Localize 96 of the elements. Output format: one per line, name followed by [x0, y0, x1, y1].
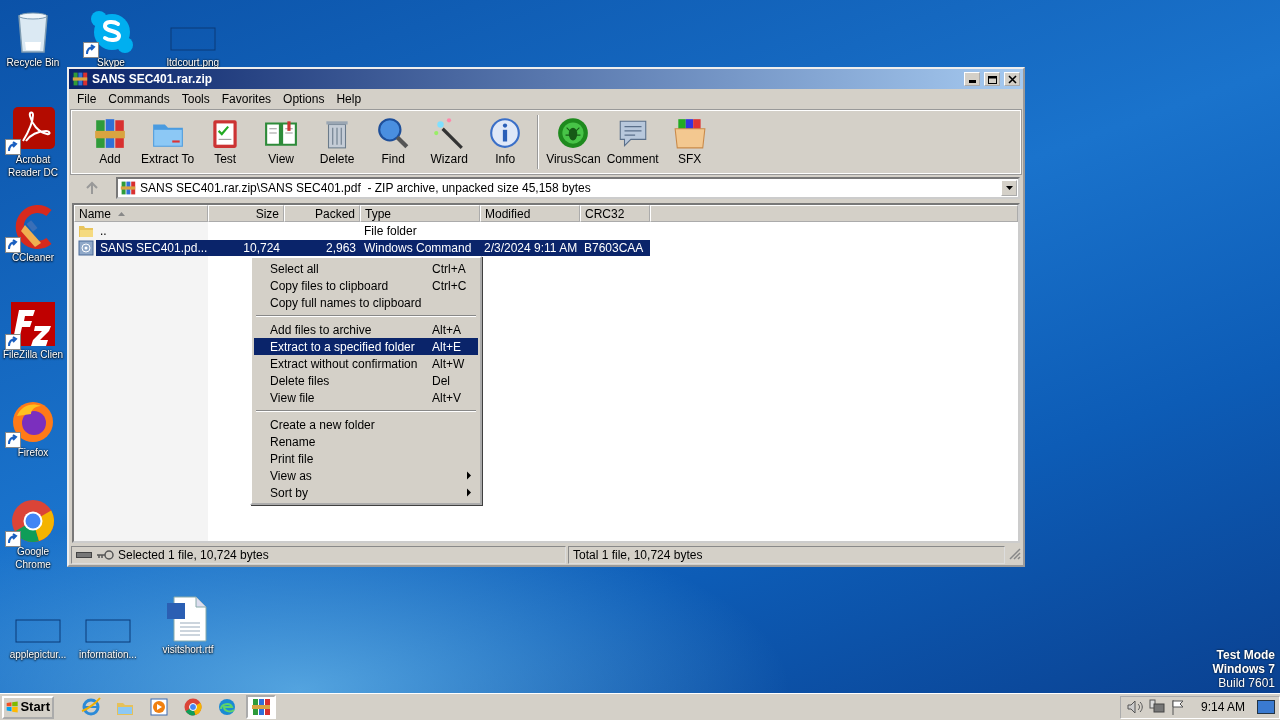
table-cell-text: B7603CAA	[583, 239, 645, 257]
menu-item[interactable]: Delete files Del	[254, 372, 478, 389]
menu-item[interactable]: Extract to a specified folder Alt+E	[254, 338, 478, 355]
toolbar-button[interactable]: Info	[477, 112, 534, 172]
table-cell-text: 2/3/2024 9:11 AM	[483, 239, 579, 257]
menu-item[interactable]: Add files to archive Alt+A	[254, 321, 478, 338]
clock[interactable]: 9:14 AM	[1200, 698, 1245, 716]
table-cell-text: SANS SEC401.pd...	[99, 239, 208, 257]
menu-item[interactable]: Options	[277, 90, 331, 108]
toolbar-button[interactable]: Delete	[309, 112, 366, 172]
toolbar-button[interactable]: VirusScan	[543, 112, 604, 172]
dropdown-arrow-icon[interactable]	[1004, 185, 1014, 191]
chrome-icon[interactable]	[9, 497, 57, 545]
column-header[interactable]: Modified	[480, 205, 580, 222]
menu-item[interactable]: Favorites	[215, 90, 278, 108]
toolbar-button[interactable]: Comment	[603, 112, 662, 172]
maximize-icon	[986, 74, 998, 84]
desktop-icon-label[interactable]: ltdcourt.png	[166, 56, 220, 69]
address-field[interactable]: SANS SEC401.rar.zip\SANS SEC401.pdf - ZIP archive, unpacked size 45,158 bytes	[116, 177, 1020, 199]
table-cell-text: ..	[99, 222, 108, 240]
chrome-icon	[183, 697, 203, 717]
drive-icon	[76, 551, 92, 559]
table-cell-text: 10,724	[242, 239, 281, 257]
menu-item[interactable]: Copy full names to clipboard	[254, 294, 478, 311]
table-cell-text: Windows Command	[363, 239, 473, 257]
taskbar-button[interactable]	[246, 695, 276, 719]
desktop-icon-label[interactable]: applepictur...	[9, 648, 67, 661]
column-header[interactable]: Name	[74, 205, 208, 222]
menu-item[interactable]: Copy files to clipboard Ctrl+C	[254, 277, 478, 294]
desktop-icon-label[interactable]: FileZilla Clien	[3, 348, 63, 361]
resize-grip-icon[interactable]	[1007, 546, 1021, 560]
archive-books-icon	[93, 116, 127, 150]
close-icon	[1006, 74, 1018, 84]
show-desktop-icon[interactable]	[1257, 700, 1275, 714]
menu-item[interactable]: Tools	[175, 90, 216, 108]
menu-item[interactable]: File	[71, 90, 103, 108]
windows-logo-icon	[6, 699, 19, 715]
flag-icon[interactable]	[1171, 699, 1185, 715]
desktop-icon-label[interactable]: Firefox	[17, 446, 49, 459]
toolbar-button[interactable]: Test	[197, 112, 254, 172]
system-notice-text: Windows 7	[1212, 662, 1275, 676]
toolbar-button[interactable]: Add	[82, 112, 138, 172]
maximize-button[interactable]	[984, 72, 1000, 86]
system-notice-text: Test Mode	[1216, 648, 1275, 662]
gear-file-icon	[78, 239, 94, 256]
status-text: Total 1 file, 10,724 bytes	[573, 547, 703, 564]
archive-books-icon	[251, 697, 271, 717]
key-icon	[96, 550, 114, 560]
menu-item[interactable]: Print file	[254, 450, 478, 467]
menu-item[interactable]: Commands	[102, 90, 176, 108]
table-cell-text: File folder	[363, 222, 418, 240]
menu-item[interactable]: View as	[254, 467, 478, 484]
toolbar-button[interactable]: Extract To	[138, 112, 198, 172]
close-button[interactable]	[1004, 72, 1020, 86]
start-button[interactable]: Start	[2, 695, 54, 719]
minimize-icon	[968, 80, 976, 83]
status-text: Selected 1 file, 10,724 bytes	[118, 547, 269, 564]
toolbar-button[interactable]: Find	[365, 112, 422, 172]
browser-icon	[81, 697, 101, 717]
system-notice-text: Build 7601	[1218, 676, 1275, 690]
desktop-icon-label[interactable]: Skype	[97, 56, 125, 69]
bug-shield-icon	[556, 116, 591, 150]
speaker-icon[interactable]	[1127, 700, 1143, 714]
menu-item[interactable]: Help	[330, 90, 368, 108]
box-icon	[672, 116, 707, 150]
desktop-icon-label[interactable]: Google Chrome	[0, 545, 66, 571]
archive-books-icon	[72, 71, 88, 87]
network-icon[interactable]	[1149, 699, 1165, 715]
table-cell-text: 2,963	[324, 239, 357, 257]
menu-item[interactable]: Sort by	[254, 484, 478, 501]
menu-item[interactable]: Select all Ctrl+A	[254, 260, 478, 277]
toolbar-button[interactable]: View	[253, 112, 310, 172]
ftp-client-icon[interactable]	[9, 300, 57, 348]
menu-item[interactable]: Extract without confirmation Alt+W	[254, 355, 478, 372]
toolbar-button[interactable]: Wizard	[421, 112, 478, 172]
column-header[interactable]: CRC32	[580, 205, 650, 222]
toolbar-button[interactable]: SFX	[661, 112, 718, 172]
desktop-icon-label[interactable]: CCleaner	[11, 251, 55, 264]
info-icon	[488, 116, 523, 150]
desktop-icon-label[interactable]: Recycle Bin	[6, 56, 60, 69]
archive-books-icon	[120, 180, 136, 196]
file-row[interactable]: .. File folder	[96, 222, 650, 239]
magnifier-icon	[376, 116, 411, 150]
column-header[interactable]: Packed	[284, 205, 360, 222]
edge-icon	[217, 697, 237, 717]
menu-item[interactable]: Rename	[254, 433, 478, 450]
minimize-button[interactable]	[964, 72, 980, 86]
column-header[interactable]: Size	[208, 205, 284, 222]
window-title: SANS SEC401.rar.zip	[92, 71, 214, 88]
up-arrow-icon	[85, 181, 99, 195]
media-player-icon	[149, 697, 169, 717]
menu-item[interactable]: View file Alt+V	[254, 389, 478, 406]
desktop-icon-label[interactable]: Acrobat Reader DC	[0, 153, 66, 179]
column-header[interactable]: Type	[360, 205, 480, 222]
menu-item[interactable]: Create a new folder	[254, 416, 478, 433]
file-row[interactable]: SANS SEC401.pd... 10,724 2,963 Windows Command 2/3/2024 9:11 AM B7603CAA	[96, 239, 650, 256]
